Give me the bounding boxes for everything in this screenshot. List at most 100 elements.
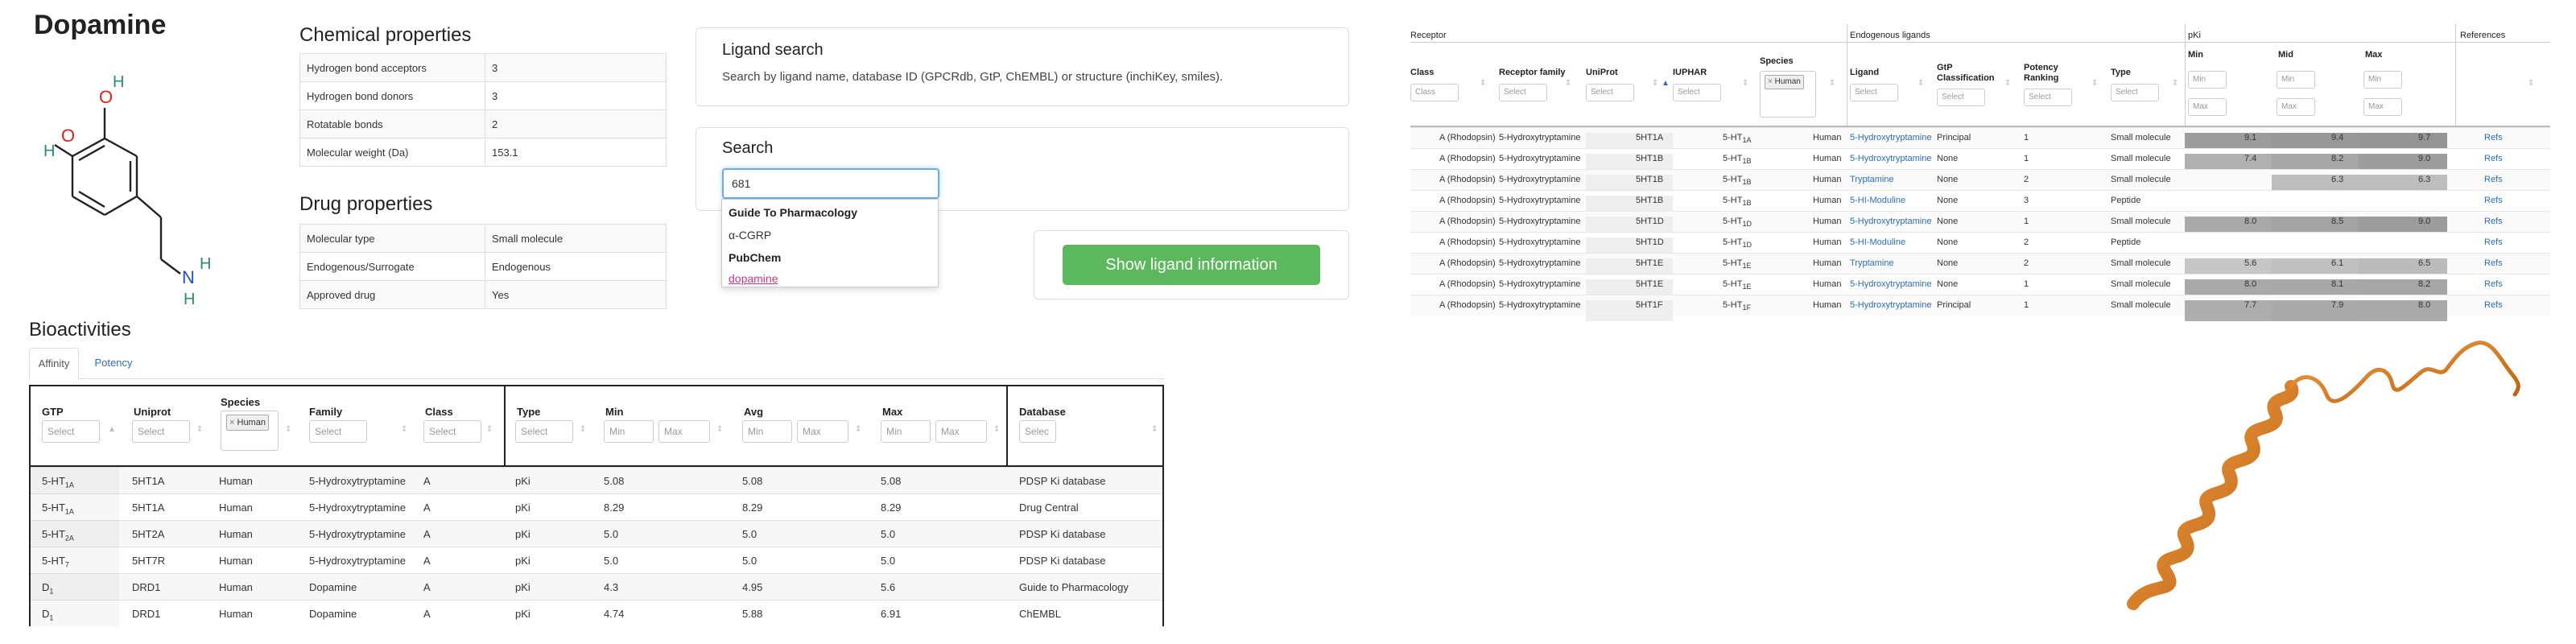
search-input[interactable]: [722, 168, 939, 199]
cell-ligand-link[interactable]: 5-HI-Moduline: [1850, 196, 1905, 205]
filter-max-max[interactable]: Max: [2363, 98, 2402, 116]
cell-ligand-link[interactable]: 5-HI-Moduline: [1850, 237, 1905, 247]
filter-max-min[interactable]: Min: [881, 420, 931, 443]
sort-icon[interactable]: ▲: [108, 425, 116, 434]
filter-min-max[interactable]: Max: [658, 420, 710, 443]
sort-icon[interactable]: ⇕: [2528, 79, 2534, 88]
col-header-species[interactable]: Species: [1760, 56, 1794, 66]
col-header-type[interactable]: Type: [2111, 68, 2131, 77]
cell-ligand-link[interactable]: 5-Hydroxytryptamine: [1850, 154, 1931, 163]
sort-icon[interactable]: ⇕: [580, 425, 586, 434]
remove-tag-icon[interactable]: ×: [1768, 77, 1773, 86]
filter-uniprot[interactable]: Select: [1586, 84, 1634, 101]
refs-link[interactable]: Refs: [2484, 300, 2503, 310]
sort-icon[interactable]: ⇕: [1652, 79, 1658, 88]
cell-ligand-link[interactable]: 5-Hydroxytryptamine: [1850, 300, 1931, 310]
sort-asc-icon[interactable]: ▲: [1662, 79, 1670, 88]
sort-icon[interactable]: ⇕: [993, 425, 1000, 434]
filter-family[interactable]: Select: [309, 420, 367, 443]
remove-tag-icon[interactable]: ×: [229, 418, 234, 427]
col-header-gtp[interactable]: GTP: [42, 406, 64, 418]
filter-avg-max[interactable]: Max: [797, 420, 848, 443]
species-tag[interactable]: × Human: [1765, 75, 1804, 89]
col-header-class[interactable]: Class: [1410, 68, 1434, 77]
col-header-avg[interactable]: Avg: [744, 406, 763, 418]
tab-potency[interactable]: Potency: [85, 348, 142, 378]
refs-link[interactable]: Refs: [2484, 196, 2503, 205]
filter-mid-max[interactable]: Max: [2277, 98, 2315, 116]
col-header-pki-min[interactable]: Min: [2188, 50, 2203, 60]
col-header-pki-max[interactable]: Max: [2365, 50, 2382, 60]
sort-icon[interactable]: ⇕: [2172, 79, 2178, 88]
filter-max-min[interactable]: Min: [2363, 71, 2402, 89]
filter-gtp[interactable]: Select: [42, 420, 100, 443]
refs-link[interactable]: Refs: [2484, 258, 2503, 268]
sort-icon[interactable]: ⇕: [1565, 79, 1571, 88]
filter-min-min[interactable]: Min: [2188, 71, 2227, 89]
filter-type[interactable]: Select: [515, 420, 573, 443]
sort-icon[interactable]: ⇕: [196, 425, 203, 434]
filter-ligand[interactable]: Select: [1850, 84, 1898, 101]
refs-link[interactable]: Refs: [2484, 133, 2503, 142]
cell-ligand-link[interactable]: 5-Hydroxytryptamine: [1850, 133, 1931, 142]
cell-ligand-link[interactable]: Tryptamine: [1850, 175, 1894, 184]
filter-uniprot[interactable]: Select: [132, 420, 190, 443]
sort-icon[interactable]: ⇕: [2091, 79, 2098, 88]
filter-type[interactable]: Select: [2111, 84, 2159, 101]
refs-link[interactable]: Refs: [2484, 175, 2503, 184]
sort-icon[interactable]: ⇕: [1829, 79, 1835, 88]
filter-avg-min[interactable]: Min: [742, 420, 792, 443]
show-ligand-information-button[interactable]: Show ligand information: [1063, 245, 1320, 285]
sort-icon[interactable]: ⇕: [1742, 79, 1748, 88]
col-header-class[interactable]: Class: [425, 406, 453, 418]
species-tag[interactable]: × Human: [226, 415, 269, 431]
filter-species[interactable]: × Human: [1760, 71, 1816, 118]
sort-icon[interactable]: ⇕: [486, 425, 493, 434]
filter-class[interactable]: Class: [1410, 84, 1459, 101]
tab-affinity[interactable]: Affinity: [29, 348, 79, 379]
col-header-uniprot[interactable]: Uniprot: [134, 406, 171, 418]
cell-ligand-link[interactable]: 5-Hydroxytryptamine: [1850, 217, 1931, 226]
filter-min-max[interactable]: Max: [2188, 98, 2227, 116]
filter-receptor-family[interactable]: Select: [1499, 84, 1547, 101]
refs-link[interactable]: Refs: [2484, 217, 2503, 226]
filter-class[interactable]: Select: [423, 420, 481, 443]
col-header-pki-mid[interactable]: Mid: [2278, 50, 2293, 60]
col-header-uniprot[interactable]: UniProt: [1586, 68, 1618, 77]
filter-gtp-classification[interactable]: Select: [1937, 89, 1985, 106]
filter-database[interactable]: Selec: [1019, 420, 1056, 443]
sort-icon[interactable]: ⇕: [1151, 425, 1158, 434]
col-header-species[interactable]: Species: [221, 396, 260, 408]
col-header-gtp-classification[interactable]: GtP Classification: [1937, 63, 1995, 84]
filter-max-max[interactable]: Max: [935, 420, 987, 443]
col-header-type[interactable]: Type: [517, 406, 540, 418]
sort-icon[interactable]: ⇕: [855, 425, 861, 434]
col-header-ligand[interactable]: Ligand: [1850, 68, 1879, 77]
col-header-receptor-family[interactable]: Receptor family: [1499, 68, 1566, 77]
sort-icon[interactable]: ⇕: [1480, 79, 1486, 88]
sort-icon[interactable]: ⇕: [285, 425, 291, 434]
sort-icon[interactable]: ⇕: [401, 425, 407, 434]
col-header-potency-ranking[interactable]: Potency Ranking: [2024, 63, 2072, 84]
refs-link[interactable]: Refs: [2484, 279, 2503, 289]
dropdown-item[interactable]: dopamine: [729, 272, 778, 285]
col-header-max[interactable]: Max: [882, 406, 902, 418]
filter-species[interactable]: × Human: [221, 411, 279, 451]
refs-link[interactable]: Refs: [2484, 154, 2503, 163]
sort-icon[interactable]: ⇕: [716, 425, 723, 434]
col-header-min[interactable]: Min: [605, 406, 623, 418]
filter-iuphar[interactable]: Select: [1673, 84, 1721, 101]
refs-link[interactable]: Refs: [2484, 237, 2503, 247]
col-header-iuphar[interactable]: IUPHAR: [1673, 68, 1707, 77]
sort-icon[interactable]: ⇕: [1918, 79, 1924, 88]
filter-mid-min[interactable]: Min: [2277, 71, 2315, 89]
filter-potency[interactable]: Select: [2024, 89, 2072, 106]
filter-min-min[interactable]: Min: [604, 420, 654, 443]
table-row: 5-HT7 5HT7R Human 5-Hydroxytryptamine ApKi 5.…: [31, 547, 1162, 574]
col-header-database[interactable]: Database: [1019, 406, 1066, 418]
col-header-family[interactable]: Family: [309, 406, 342, 418]
sort-icon[interactable]: ⇕: [2004, 79, 2011, 88]
dropdown-item[interactable]: α-CGRP: [729, 229, 771, 242]
cell-ligand-link[interactable]: 5-Hydroxytryptamine: [1850, 279, 1931, 289]
cell-ligand-link[interactable]: Tryptamine: [1850, 258, 1894, 268]
